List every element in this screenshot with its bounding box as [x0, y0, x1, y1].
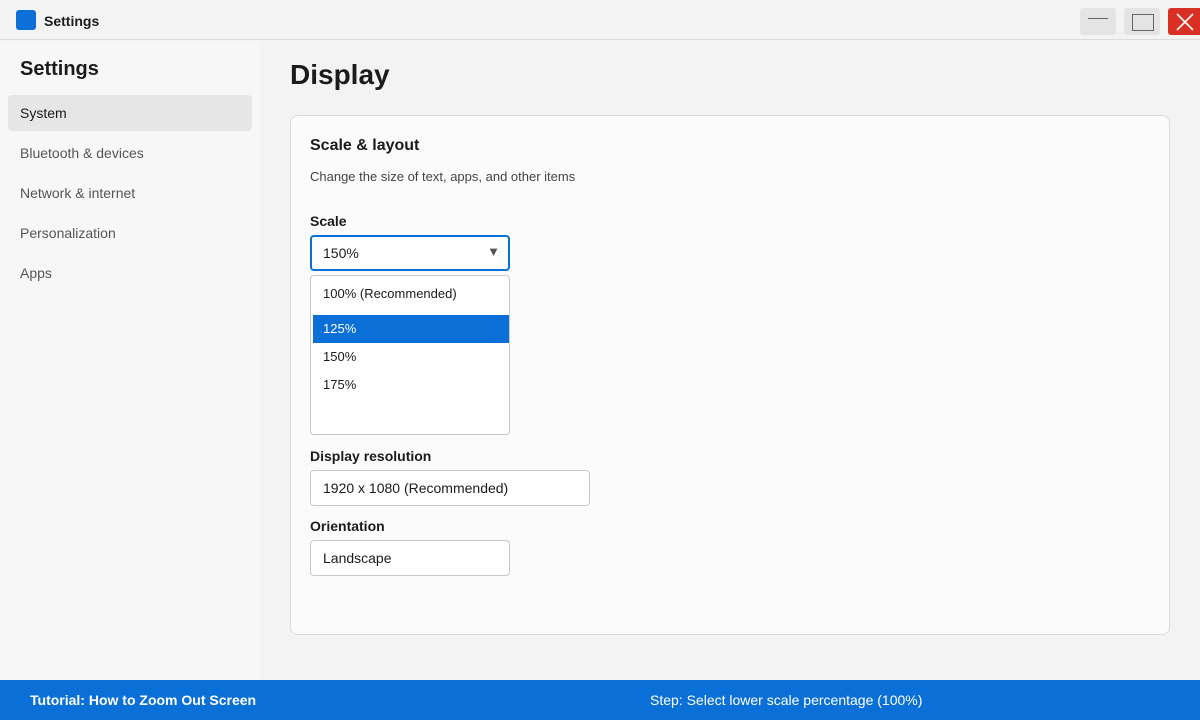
scale-layout-card: Scale & layout Change the size of text, … — [290, 115, 1170, 635]
page-title: Display — [290, 59, 390, 90]
scale-value: 150% — [323, 245, 359, 261]
orientation-dropdown[interactable]: Landscape — [310, 540, 510, 576]
orientation-label: Orientation — [310, 518, 385, 534]
title-bar: Settings — [0, 0, 1200, 40]
orientation-value: Landscape — [323, 550, 392, 566]
sidebar: Settings System Bluetooth & devices Netw… — [0, 41, 260, 680]
tutorial-footer: Tutorial: How to Zoom Out Screen Step: S… — [0, 680, 1200, 720]
tutorial-title: Tutorial: How to Zoom Out Screen — [30, 692, 257, 708]
settings-app-icon — [16, 10, 36, 30]
card-description: Change the size of text, apps, and other… — [310, 169, 576, 184]
tutorial-step: Step: Select lower scale percentage (100… — [650, 692, 923, 708]
scale-dropdown[interactable]: 150% ▼ — [310, 235, 510, 271]
scale-option-100[interactable]: 100% (Recommended) — [313, 280, 509, 308]
card-title: Scale & layout — [310, 137, 420, 154]
scale-option-150[interactable]: 150% — [313, 343, 509, 371]
sidebar-item-network-internet[interactable]: Network & internet — [8, 175, 252, 211]
close-button[interactable] — [1168, 8, 1200, 35]
resolution-value: 1920 x 1080 (Recommended) — [323, 480, 509, 496]
sidebar-item-apps[interactable]: Apps — [8, 255, 252, 291]
resolution-dropdown[interactable]: 1920 x 1080 (Recommended) — [310, 470, 590, 506]
sidebar-item-bluetooth-devices[interactable]: Bluetooth & devices — [8, 135, 252, 171]
minimize-button[interactable] — [1080, 8, 1116, 35]
sidebar-item-personalization[interactable]: Personalization — [8, 215, 252, 251]
resolution-label: Display resolution — [310, 448, 432, 464]
sidebar-item-system[interactable]: System — [8, 95, 252, 131]
scale-option-125[interactable]: 125% — [313, 315, 509, 343]
sidebar-title: Settings — [20, 58, 99, 80]
scale-option-175[interactable]: 175% — [313, 371, 509, 399]
maximize-button[interactable] — [1124, 8, 1160, 35]
sidebar-nav: System Bluetooth & devices Network & int… — [8, 95, 252, 295]
chevron-down-icon: ▼ — [487, 244, 500, 259]
scale-label: Scale — [310, 213, 347, 229]
close-icon — [1176, 13, 1194, 31]
scale-options-list: 100% (Recommended) 125% 150% 175% — [310, 275, 510, 435]
window-title: Settings — [44, 13, 100, 29]
